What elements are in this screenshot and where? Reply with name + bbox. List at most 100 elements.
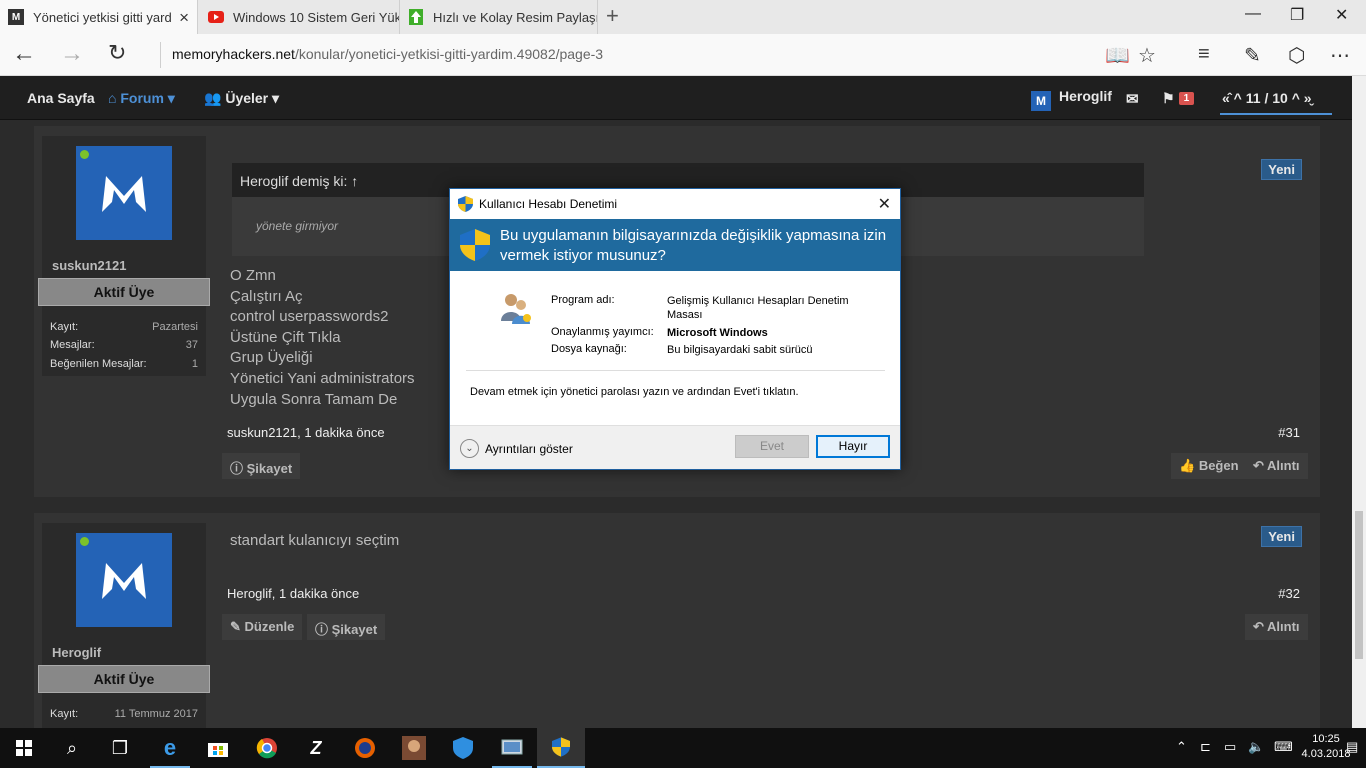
- tray-up-icon[interactable]: ⌃: [1176, 739, 1187, 755]
- scrollbar-thumb[interactable]: [1355, 511, 1363, 659]
- envelope-icon[interactable]: ✉: [1126, 90, 1139, 108]
- nav-home[interactable]: Ana Sayfa: [27, 90, 95, 106]
- edit-label: Düzenle: [244, 619, 295, 634]
- user-accounts-icon: [501, 294, 531, 324]
- network-icon[interactable]: ⊏: [1200, 739, 1211, 755]
- uac-taskbar-icon[interactable]: [537, 728, 585, 768]
- more-icon[interactable]: ⋯: [1330, 43, 1350, 68]
- forward-arrow-icon[interactable]: →: [60, 40, 84, 68]
- tab-close-icon[interactable]: ×: [179, 8, 189, 28]
- like-label: Beğen: [1198, 458, 1239, 473]
- minimize-icon[interactable]: —: [1245, 5, 1261, 23]
- edit-button[interactable]: ✎ Düzenle: [222, 614, 303, 640]
- report-button[interactable]: ⓘ Şikayet: [222, 453, 301, 479]
- game-app-icon[interactable]: Z: [292, 728, 340, 768]
- stat-joined: Kayıt: 11 Temmuz 2017: [50, 708, 198, 720]
- keyboard-icon[interactable]: ⌨: [1274, 739, 1293, 755]
- refresh-icon[interactable]: ↻: [108, 40, 126, 66]
- post-meta[interactable]: suskun2121, 1 dakika önce: [227, 425, 385, 440]
- new-tab-icon[interactable]: +: [606, 3, 619, 29]
- volume-icon[interactable]: 🔈: [1248, 739, 1264, 755]
- browser-tab-1[interactable]: M Yönetici yetkisi gitti yard ×: [0, 0, 198, 34]
- hub-icon[interactable]: ≡: [1198, 43, 1210, 66]
- pager-underline: [1220, 113, 1332, 115]
- share-icon[interactable]: ⬡: [1288, 43, 1305, 68]
- url-host: memoryhackers.net: [172, 46, 295, 62]
- game-character-icon[interactable]: [390, 728, 438, 768]
- info-icon: ⓘ: [230, 461, 247, 476]
- maximize-icon[interactable]: ❐: [1290, 5, 1304, 25]
- report-button[interactable]: ⓘ Şikayet: [307, 614, 386, 640]
- avatar[interactable]: [76, 533, 172, 627]
- browser-tab-3[interactable]: Hızlı ve Kolay Resim Paylaşır: [400, 0, 598, 34]
- favorite-star-icon[interactable]: ☆: [1138, 43, 1156, 68]
- memoryhackers-favicon: M: [8, 9, 24, 25]
- logo-m-icon: [102, 563, 146, 599]
- message-body: standart kulanıcıyı seçtim: [230, 531, 399, 552]
- online-indicator: [80, 150, 89, 159]
- shield-app-icon[interactable]: [439, 728, 487, 768]
- uac-titlebar: Kullanıcı Hesabı Denetimi ✕: [450, 189, 900, 219]
- yes-button[interactable]: Evet: [735, 435, 809, 458]
- reading-view-icon[interactable]: 📖: [1105, 43, 1130, 68]
- firefox-icon[interactable]: [341, 728, 389, 768]
- thumbs-up-icon: 👍: [1179, 458, 1199, 473]
- nav-forum[interactable]: ⌂ Forum ▾: [108, 90, 175, 107]
- publisher-label: Onaylanmış yayımcı:: [551, 326, 654, 338]
- task-view-icon[interactable]: ❐: [96, 728, 144, 768]
- chrome-icon[interactable]: [243, 728, 291, 768]
- rank-badge: Aktif Üye: [38, 665, 210, 693]
- nav-members[interactable]: 👥 Üyeler ▾: [204, 90, 279, 107]
- uac-dialog: Kullanıcı Hesabı Denetimi ✕ Bu uygulaman…: [449, 188, 901, 470]
- battery-icon[interactable]: ▭: [1224, 739, 1236, 755]
- reply-arrow-icon: ↶: [1253, 619, 1268, 634]
- start-windows-icon[interactable]: [0, 728, 48, 768]
- post-meta[interactable]: Heroglif, 1 dakika önce: [227, 586, 359, 601]
- uac-close-icon[interactable]: ✕: [878, 194, 891, 214]
- url-path: /konular/yonetici-yetkisi-gitti-yardim.4…: [294, 46, 604, 62]
- edge-browser-icon[interactable]: e: [146, 728, 194, 768]
- back-arrow-icon[interactable]: ←: [12, 40, 36, 68]
- avatar[interactable]: [76, 146, 172, 240]
- first-page-icon: «̂: [1222, 90, 1230, 106]
- stat-label: Mesajlar:: [50, 339, 95, 351]
- no-button[interactable]: Hayır: [816, 435, 890, 458]
- youtube-icon: [208, 9, 224, 25]
- browser-tab-2[interactable]: Windows 10 Sistem Geri Yük: [200, 0, 400, 34]
- pager[interactable]: «̂ ^ 11 / 10 ^ »̬: [1222, 90, 1312, 106]
- tab-title: Hızlı ve Kolay Resim Paylaşır: [433, 9, 598, 25]
- url-field[interactable]: memoryhackers.net/konular/yonetici-yetki…: [172, 46, 603, 62]
- window-close-icon[interactable]: ✕: [1335, 5, 1348, 25]
- reply-arrow-icon: ↶: [1253, 458, 1268, 473]
- taskbar: ⌕ ❐ e Z ⌃ ⊏ ▭ 🔈 ⌨ 10:25 4.03.2018 ▤: [0, 728, 1366, 768]
- quote-button[interactable]: ↶ Alıntı: [1245, 614, 1308, 640]
- search-icon[interactable]: ⌕: [48, 728, 96, 768]
- message-line: control userpasswords2: [230, 308, 389, 326]
- control-panel-icon[interactable]: [488, 728, 536, 768]
- stat-joined: Kayıt: Pazartesi: [50, 321, 198, 333]
- stat-likes: Beğenilen Mesajlar: 1: [50, 358, 198, 370]
- store-icon[interactable]: [194, 728, 242, 768]
- message-line: standart kulanıcıyı seçtim: [230, 532, 400, 549]
- user-avatar-icon: M: [1031, 91, 1051, 111]
- message-line: Çalıştırı Aç: [230, 287, 303, 305]
- alerts[interactable]: ⚑ 1: [1162, 90, 1195, 107]
- online-indicator: [80, 537, 89, 546]
- quote-button[interactable]: ↶ Alıntı: [1245, 453, 1308, 479]
- post-number[interactable]: #32: [1278, 586, 1300, 601]
- post-number[interactable]: #31: [1278, 425, 1300, 440]
- show-details-link[interactable]: Ayrıntıları göster: [485, 442, 573, 456]
- username[interactable]: suskun2121: [52, 258, 126, 273]
- nav-user[interactable]: M Heroglif: [1031, 88, 1112, 111]
- username[interactable]: Heroglif: [52, 645, 101, 660]
- flag-icon: ⚑: [1162, 90, 1175, 106]
- web-note-icon[interactable]: ✎: [1244, 43, 1261, 68]
- stat-value: 1: [191, 358, 198, 370]
- stat-value: 11 Temmuz 2017: [114, 708, 198, 720]
- page-scrollbar[interactable]: [1352, 76, 1366, 728]
- like-button[interactable]: 👍 Beğen: [1171, 453, 1247, 479]
- notifications-icon[interactable]: ▤: [1346, 739, 1358, 755]
- chevron-down-icon[interactable]: ⌄: [460, 439, 479, 458]
- program-label: Program adı:: [551, 294, 615, 306]
- quote-label: Alıntı: [1267, 458, 1300, 473]
